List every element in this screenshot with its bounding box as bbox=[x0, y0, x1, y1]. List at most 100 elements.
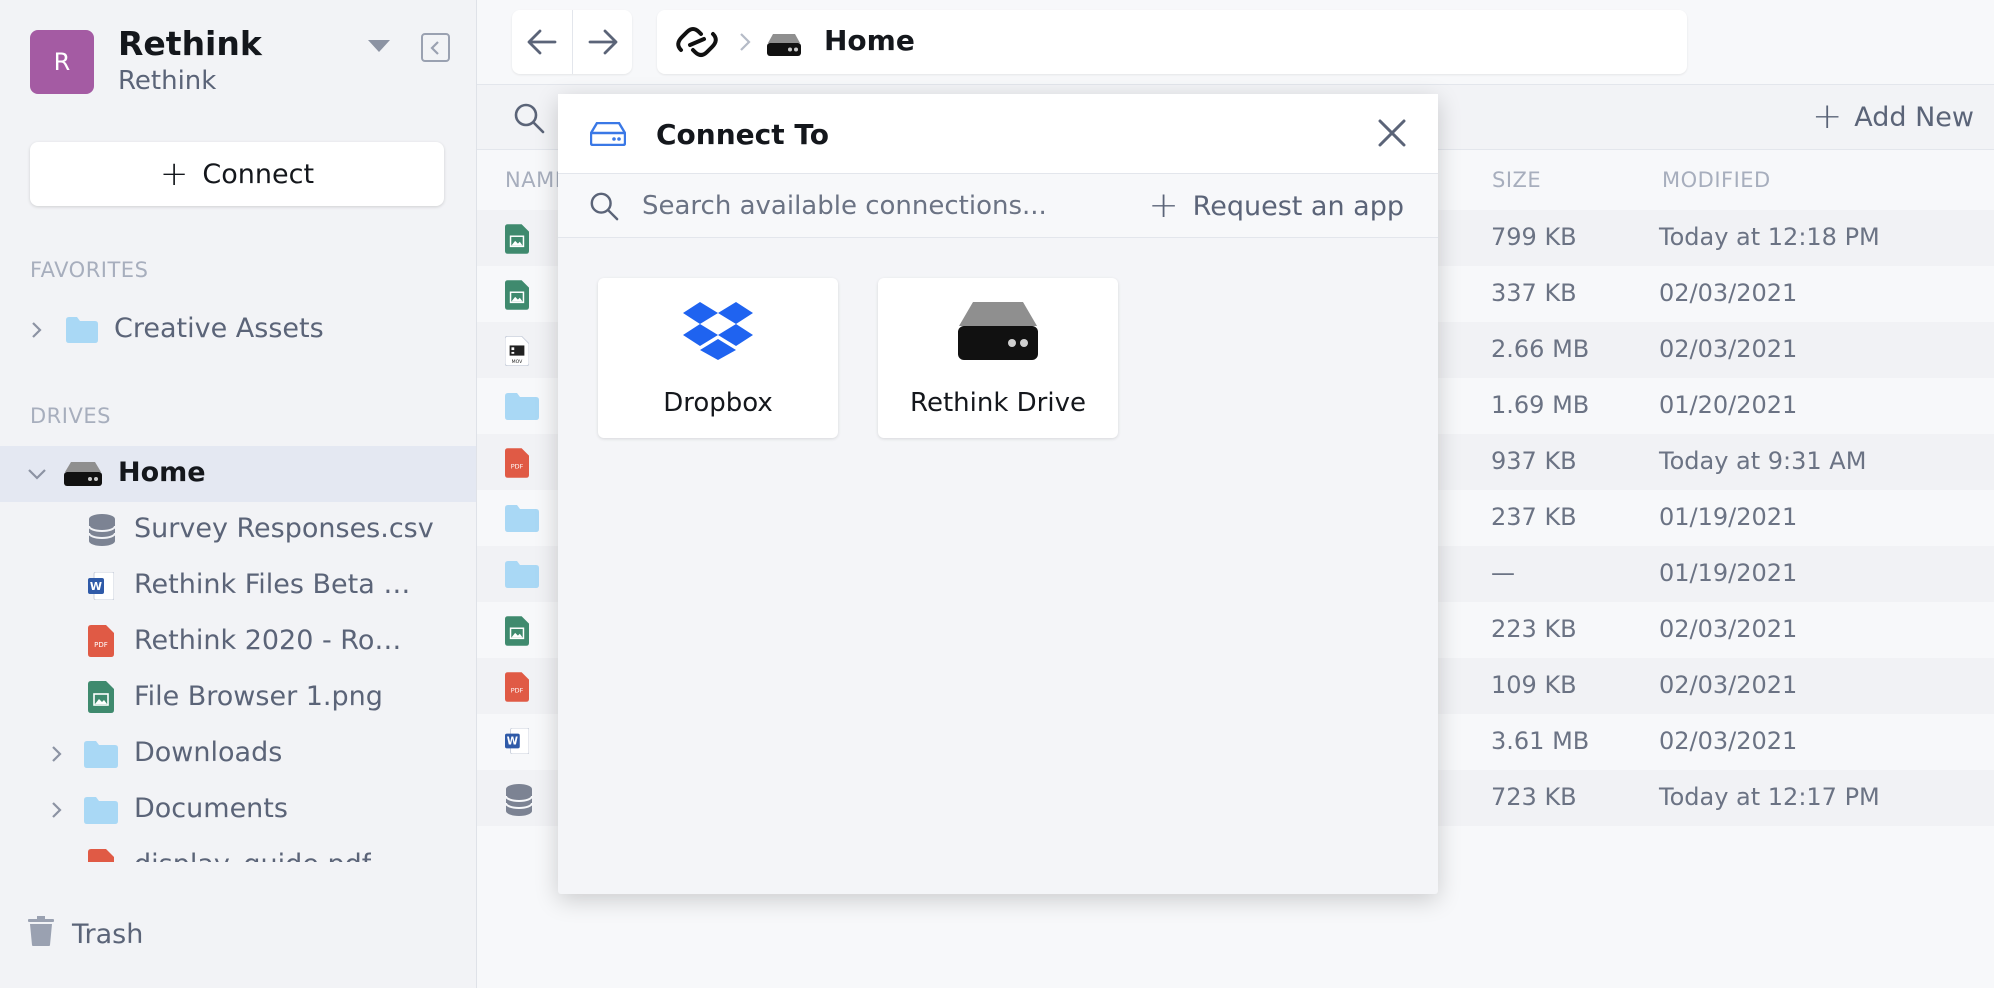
drive-icon bbox=[767, 34, 801, 60]
file-modified: 01/19/2021 bbox=[1659, 559, 1798, 587]
connection-card-rethink-drive[interactable]: Rethink Drive bbox=[878, 278, 1118, 438]
sidebar-item-creative-assets[interactable]: Creative Assets bbox=[0, 302, 476, 358]
folder-icon bbox=[505, 505, 539, 536]
sidebar-item-documents[interactable]: Documents bbox=[0, 782, 476, 838]
file-size: 937 KB bbox=[1491, 447, 1577, 475]
svg-text:PDF: PDF bbox=[94, 641, 108, 649]
search-icon[interactable] bbox=[513, 102, 545, 138]
folder-icon bbox=[66, 317, 98, 350]
database-icon bbox=[505, 784, 533, 820]
add-new-label: Add New bbox=[1854, 101, 1974, 133]
request-app-label: Request an app bbox=[1192, 190, 1404, 222]
svg-text:W: W bbox=[507, 737, 518, 748]
file-size: 223 KB bbox=[1491, 615, 1577, 643]
file-modified: 02/03/2021 bbox=[1659, 279, 1798, 307]
file-modified: 01/19/2021 bbox=[1659, 503, 1798, 531]
dropbox-icon bbox=[683, 302, 753, 364]
connection-search-input[interactable] bbox=[642, 184, 1102, 228]
workspace-dropdown-icon[interactable] bbox=[368, 40, 390, 52]
pdf-file-icon: PDF bbox=[505, 672, 529, 706]
svg-text:PDF: PDF bbox=[511, 463, 524, 471]
sidebar-item-downloads[interactable]: Downloads bbox=[0, 726, 476, 782]
database-icon bbox=[88, 514, 116, 553]
folder-icon bbox=[505, 561, 539, 592]
sidebar-item-label: Documents bbox=[134, 793, 288, 824]
dialog-header: Connect To bbox=[558, 94, 1438, 174]
chevron-right-icon[interactable] bbox=[26, 319, 48, 341]
breadcrumb: Home bbox=[657, 10, 1687, 74]
trash-label: Trash bbox=[72, 919, 144, 950]
search-icon bbox=[589, 191, 619, 225]
connect-button-label: Connect bbox=[202, 158, 315, 190]
sidebar-item-rethink-2020[interactable]: PDF Rethink 2020 - Roa… bbox=[0, 614, 476, 670]
image-file-icon bbox=[505, 616, 529, 650]
sidebar-item-home[interactable]: Home bbox=[0, 446, 476, 502]
column-header-size[interactable]: SIZE bbox=[1492, 168, 1541, 192]
file-size: 1.69 MB bbox=[1491, 391, 1590, 419]
plus-icon: + bbox=[159, 154, 189, 194]
connect-button[interactable]: + Connect bbox=[30, 142, 444, 206]
file-size: 723 KB bbox=[1491, 783, 1577, 811]
connection-search-bar: + Request an app bbox=[558, 174, 1438, 238]
chevron-down-icon[interactable] bbox=[26, 463, 48, 485]
file-modified: 01/20/2021 bbox=[1659, 391, 1798, 419]
file-size: 799 KB bbox=[1491, 223, 1577, 251]
back-button[interactable] bbox=[512, 10, 572, 74]
mov-file-icon: MOV bbox=[504, 335, 530, 370]
sidebar-item-label: File Browser 1.png bbox=[134, 681, 383, 712]
chevron-right-icon[interactable] bbox=[46, 743, 68, 765]
forward-button[interactable] bbox=[572, 10, 632, 74]
folder-icon bbox=[84, 797, 118, 831]
drives-section-label: DRIVES bbox=[30, 404, 111, 428]
pdf-file-icon: PDF bbox=[88, 625, 114, 664]
collapse-sidebar-button[interactable] bbox=[421, 33, 450, 62]
sidebar-item-rethink-files-beta[interactable]: W Rethink Files Beta T… bbox=[0, 558, 476, 614]
sidebar-item-label: Rethink 2020 - Roa… bbox=[134, 625, 414, 656]
collapse-left-icon bbox=[430, 41, 439, 55]
add-new-button[interactable]: + Add New bbox=[1812, 99, 1974, 135]
workspace-avatar[interactable]: R bbox=[30, 30, 94, 94]
file-size: — bbox=[1491, 559, 1515, 587]
trash-icon bbox=[28, 916, 54, 953]
image-file-icon bbox=[505, 280, 529, 314]
breadcrumb-current[interactable]: Home bbox=[824, 24, 915, 57]
workspace-subtitle: Rethink bbox=[118, 66, 217, 96]
file-size: 109 KB bbox=[1491, 671, 1577, 699]
folder-icon bbox=[505, 393, 539, 424]
file-modified: 02/03/2021 bbox=[1659, 727, 1798, 755]
sidebar-item-label: Survey Responses.csv bbox=[134, 513, 434, 544]
sidebar-item-label: Rethink Files Beta T… bbox=[134, 569, 414, 600]
plus-icon: + bbox=[1812, 96, 1843, 137]
sidebar-item-label: Creative Assets bbox=[114, 313, 324, 344]
dialog-title: Connect To bbox=[656, 118, 829, 151]
file-modified: 02/03/2021 bbox=[1659, 615, 1798, 643]
sidebar-item-display-guide[interactable]: display_guide.pdf bbox=[0, 838, 476, 862]
column-header-modified[interactable]: MODIFIED bbox=[1662, 168, 1771, 192]
svg-text:W: W bbox=[90, 580, 102, 593]
file-size: 3.61 MB bbox=[1491, 727, 1590, 755]
folder-icon bbox=[84, 741, 118, 775]
sidebar-item-file-browser[interactable]: File Browser 1.png bbox=[0, 670, 476, 726]
chevron-right-icon[interactable] bbox=[46, 799, 68, 821]
rethink-link-icon[interactable] bbox=[675, 26, 719, 62]
drive-outline-icon bbox=[589, 121, 627, 150]
connection-card-dropbox[interactable]: Dropbox bbox=[598, 278, 838, 438]
file-modified: 02/03/2021 bbox=[1659, 335, 1798, 363]
file-size: 2.66 MB bbox=[1491, 335, 1590, 363]
connection-card-label: Rethink Drive bbox=[910, 388, 1086, 418]
sidebar-scroll-clip: display_guide.pdf bbox=[0, 838, 476, 862]
sidebar-item-label: Downloads bbox=[134, 737, 283, 768]
chevron-right-icon bbox=[739, 30, 751, 58]
sidebar-item-trash[interactable]: Trash bbox=[28, 916, 143, 953]
workspace-name[interactable]: Rethink bbox=[118, 24, 262, 63]
connect-to-dialog: Connect To + Request an app Dropbox Reth… bbox=[558, 94, 1438, 894]
pdf-file-icon: PDF bbox=[505, 448, 529, 482]
drive-icon bbox=[64, 462, 102, 493]
svg-text:PDF: PDF bbox=[511, 687, 524, 695]
file-size: 237 KB bbox=[1491, 503, 1577, 531]
file-size: 337 KB bbox=[1491, 279, 1577, 307]
close-icon[interactable] bbox=[1376, 117, 1408, 153]
file-modified: Today at 12:17 PM bbox=[1659, 783, 1880, 811]
sidebar-item-survey-responses[interactable]: Survey Responses.csv bbox=[0, 502, 476, 558]
request-app-button[interactable]: + Request an app bbox=[1149, 188, 1405, 224]
